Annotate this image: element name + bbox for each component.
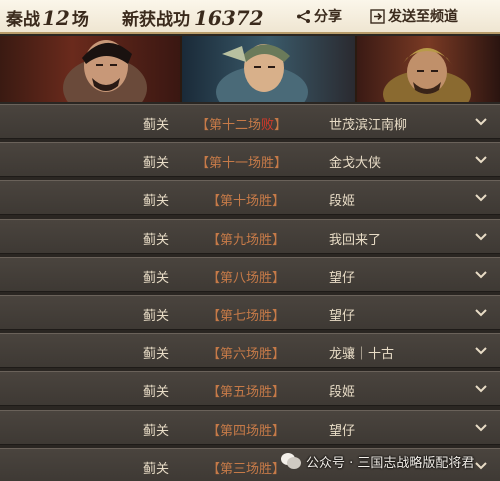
- round-label: 【第九场: [207, 232, 260, 248]
- pass-name: 蓟关: [143, 461, 170, 477]
- general-portrait: [0, 36, 180, 102]
- battles-count: 秦战 12 场: [6, 5, 89, 30]
- round-label: 【第四场: [207, 423, 260, 439]
- result-text: 胜: [259, 347, 273, 363]
- opponent-name: 世茂滨江南柳: [329, 118, 408, 133]
- result-text: 胜: [261, 156, 275, 172]
- opponent-name: 金戈大侠: [329, 156, 382, 172]
- pass-name: 蓟关: [143, 118, 170, 133]
- round-bracket-end: 】: [272, 232, 286, 248]
- round-result: 【第五场胜】: [207, 381, 285, 400]
- round-bracket-end: 】: [272, 423, 286, 439]
- battle-record-row[interactable]: 蓟关 【第十二场败】 世茂滨江南柳: [0, 104, 500, 139]
- opponent-name: 段姬: [329, 194, 356, 210]
- round-result: 【第十二场败】: [196, 114, 287, 133]
- round-bracket-end: 】: [274, 118, 288, 133]
- round-result: 【第十场胜】: [207, 190, 285, 209]
- result-text: 胜: [259, 309, 273, 324]
- pass-name: 蓟关: [143, 232, 170, 248]
- pass-name: 蓟关: [143, 156, 170, 172]
- round-result: 【第三场胜】: [207, 458, 285, 477]
- round-bracket-end: 】: [272, 385, 286, 401]
- chevron-down-icon[interactable]: [473, 152, 489, 168]
- battles-unit: 场: [71, 10, 89, 30]
- result-text: 胜: [259, 461, 273, 477]
- chevron-down-icon[interactable]: [473, 267, 489, 283]
- round-label: 【第八场: [207, 270, 260, 286]
- round-result: 【第六场胜】: [207, 343, 285, 362]
- round-label: 【第十场: [207, 194, 260, 210]
- round-result: 【第十一场胜】: [196, 152, 287, 171]
- battle-record-row[interactable]: 蓟关 【第七场胜】 望仔: [0, 295, 500, 330]
- battle-record-row[interactable]: 蓟关 【第八场胜】 望仔: [0, 256, 500, 292]
- result-text: 胜: [259, 423, 273, 439]
- result-text: 胜: [259, 194, 273, 210]
- battle-record-row[interactable]: 蓟关 【第十一场胜】 金戈大侠: [0, 142, 500, 178]
- wechat-icon: [281, 453, 301, 469]
- merit-label: 新获战功: [122, 10, 190, 30]
- send-arrow-icon: [370, 8, 385, 24]
- chevron-down-icon[interactable]: [473, 458, 489, 474]
- opponent-name: 段姬: [329, 385, 356, 401]
- watermark-text: 公众号 · 三国志战略版配将君: [306, 455, 475, 471]
- pass-name: 蓟关: [143, 385, 170, 401]
- round-result: 【第八场胜】: [207, 267, 285, 286]
- round-bracket-end: 】: [272, 194, 286, 210]
- chevron-down-icon[interactable]: [473, 190, 489, 206]
- chevron-down-icon[interactable]: [473, 343, 489, 359]
- result-text: 胜: [259, 232, 273, 248]
- opponent-name: 龙骧｜十古: [329, 347, 395, 363]
- chevron-down-icon[interactable]: [473, 229, 489, 245]
- opponent-name: 望仔: [329, 309, 356, 324]
- round-result: 【第九场胜】: [207, 229, 285, 248]
- merit-value: 16372: [194, 6, 264, 30]
- round-label: 【第十一场: [196, 156, 262, 172]
- portrait-banner: [0, 36, 500, 102]
- pass-name: 蓟关: [143, 194, 170, 210]
- share-icon: [296, 9, 311, 24]
- share-label: 分享: [314, 9, 342, 25]
- battle-record-row[interactable]: 蓟关 【第六场胜】 龙骧｜十古: [0, 333, 500, 369]
- opponent-name: 我回来了: [329, 232, 382, 248]
- round-bracket-end: 】: [274, 156, 288, 172]
- round-label: 【第六场: [207, 347, 260, 363]
- round-result: 【第七场胜】: [207, 305, 285, 324]
- pass-name: 蓟关: [143, 347, 170, 363]
- round-label: 【第十二场: [196, 118, 262, 133]
- watermark: 公众号 · 三国志战略版配将君: [280, 448, 474, 474]
- round-bracket-end: 】: [272, 347, 286, 363]
- pass-name: 蓟关: [143, 270, 170, 286]
- send-to-channel-button[interactable]: 发送至频道: [370, 6, 458, 26]
- battle-record-row[interactable]: 蓟关 【第十场胜】 段姬: [0, 180, 500, 216]
- battle-record-row[interactable]: 蓟关 【第五场胜】 段姬: [0, 371, 500, 407]
- share-button[interactable]: 分享: [296, 6, 342, 26]
- chevron-down-icon[interactable]: [473, 114, 489, 130]
- round-bracket-end: 】: [272, 270, 286, 286]
- chevron-down-icon[interactable]: [473, 305, 489, 321]
- result-text: 败: [261, 118, 275, 133]
- pass-name: 蓟关: [143, 309, 170, 324]
- battles-number: 12: [42, 6, 70, 30]
- result-text: 胜: [259, 270, 273, 286]
- merit-summary: 新获战功 16372: [122, 5, 264, 30]
- chevron-down-icon[interactable]: [473, 381, 489, 397]
- battle-record-row[interactable]: 蓟关 【第九场胜】 我回来了: [0, 218, 500, 254]
- battle-record-row[interactable]: 蓟关 【第四场胜】 望仔: [0, 409, 500, 445]
- general-portrait: [355, 36, 500, 102]
- opponent-name: 望仔: [329, 270, 356, 286]
- general-portrait: [180, 36, 355, 102]
- round-bracket-end: 】: [272, 309, 286, 324]
- round-result: 【第四场胜】: [207, 420, 285, 439]
- send-label: 发送至频道: [388, 9, 458, 25]
- battles-label: 秦战: [6, 10, 40, 30]
- opponent-name: 望仔: [329, 423, 356, 439]
- round-label: 【第三场: [207, 461, 260, 477]
- chevron-down-icon[interactable]: [473, 420, 489, 436]
- header-bar: 秦战 12 场 新获战功 16372 分享 发送至频道: [0, 0, 500, 34]
- result-text: 胜: [259, 385, 273, 401]
- round-label: 【第五场: [207, 385, 260, 401]
- round-label: 【第七场: [207, 309, 260, 324]
- pass-name: 蓟关: [143, 423, 170, 439]
